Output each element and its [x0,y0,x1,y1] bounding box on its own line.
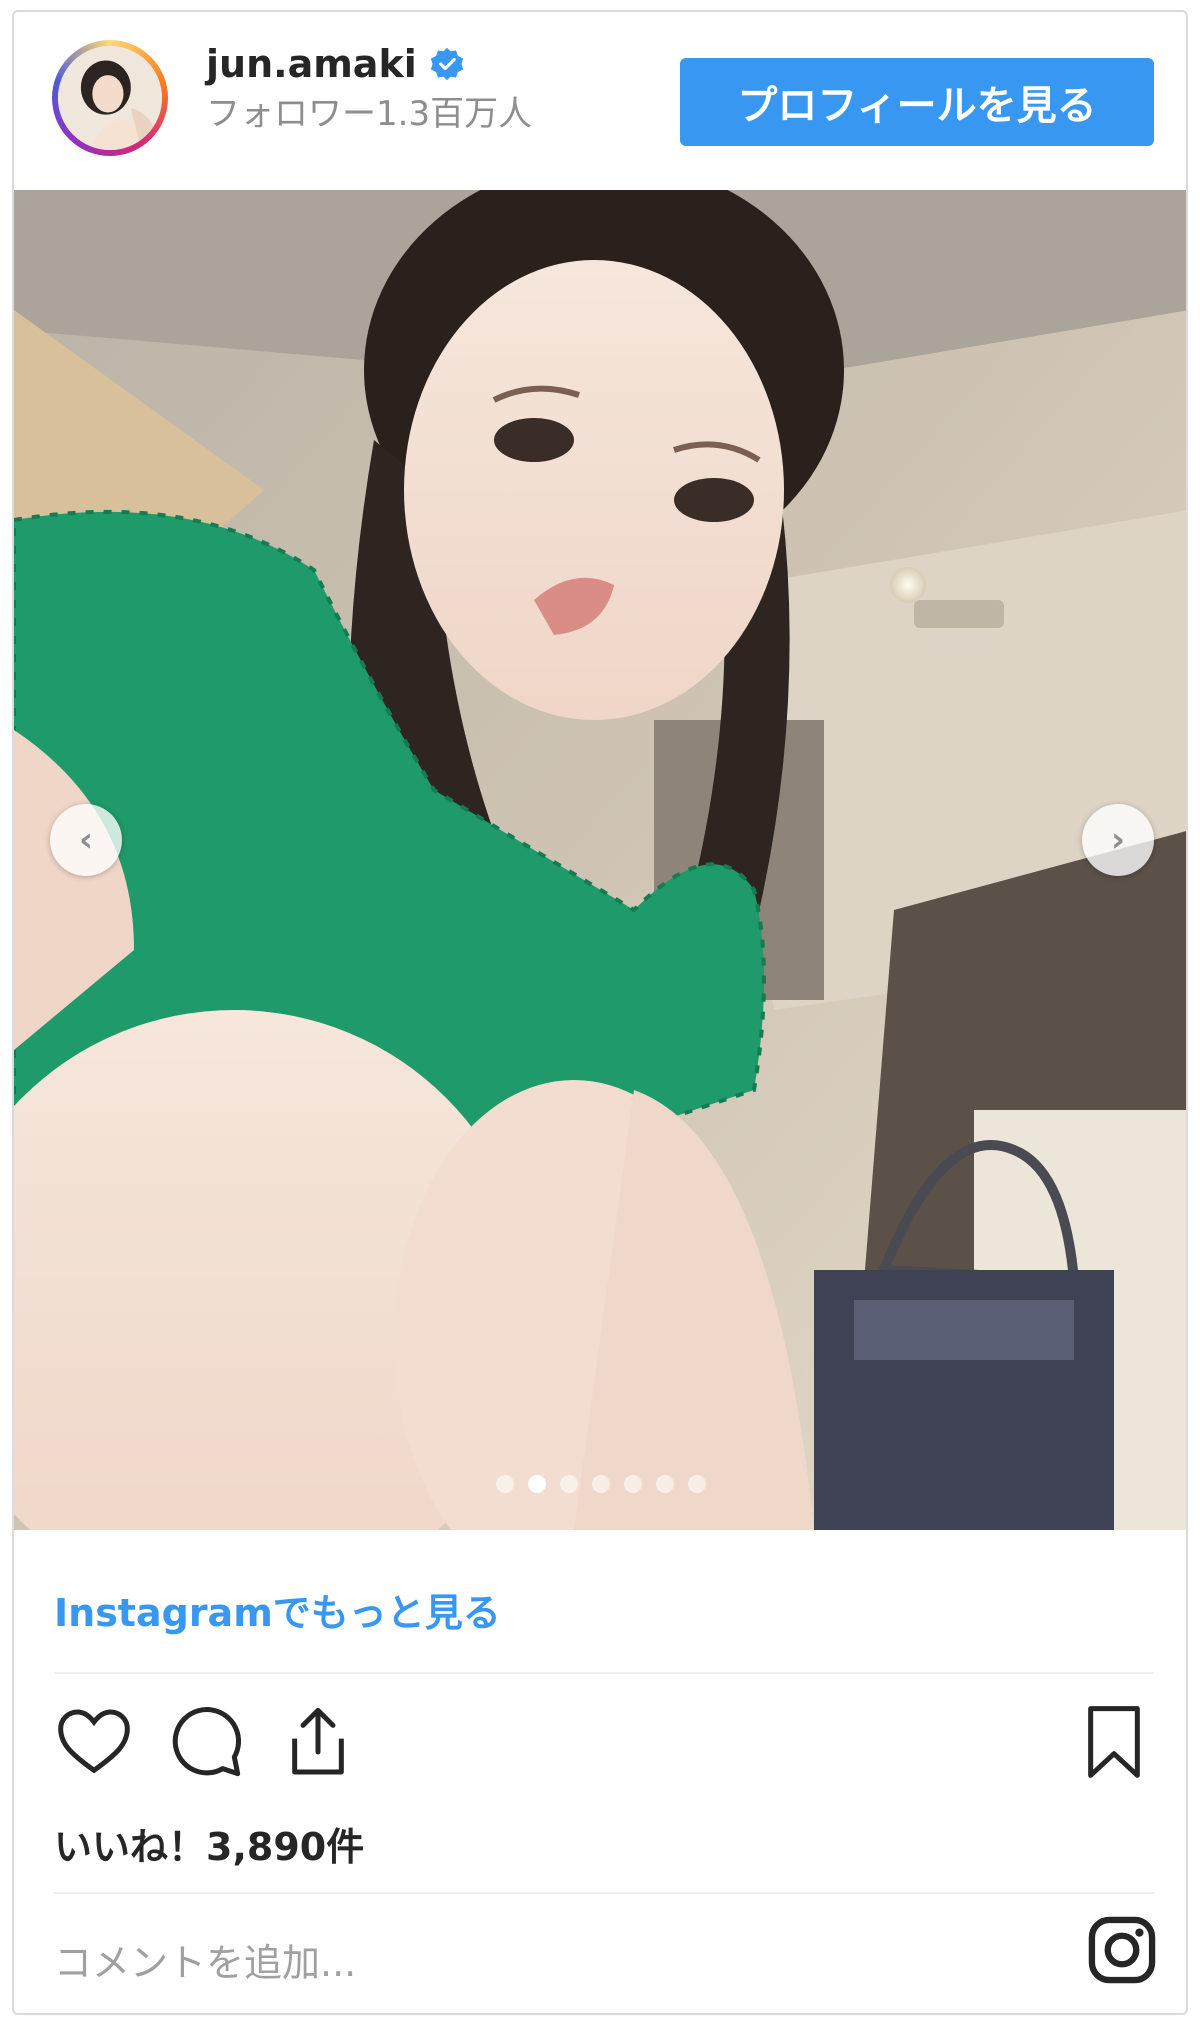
follower-count: フォロワー1.3百万人 [206,94,533,134]
bookmark-icon [1088,1706,1140,1778]
carousel-indicator [496,1475,706,1493]
avatar-image [58,46,162,150]
chevron-left-icon: ‹ [78,820,93,860]
verified-badge-icon [429,46,465,82]
carousel-dot[interactable] [624,1475,642,1493]
post-header: jun.amaki フォロワー1.3百万人 プロフィールを見る [14,12,1186,190]
carousel-dot[interactable] [656,1475,674,1493]
like-button[interactable] [54,1702,134,1782]
carousel-prev-button[interactable]: ‹ [50,804,122,876]
carousel-dot[interactable] [560,1475,578,1493]
avatar-photo [58,46,162,150]
comment-icon [172,1707,241,1777]
share-button[interactable] [278,1702,358,1782]
like-count: いいね！3,890件 [54,1825,365,1869]
avatar[interactable] [52,40,168,156]
view-profile-button[interactable]: プロフィールを見る [680,58,1154,146]
heart-icon [58,1709,130,1774]
carousel-dot[interactable] [496,1475,514,1493]
instagram-logo-icon[interactable] [1084,1912,1160,1988]
comment-button[interactable] [166,1702,246,1782]
add-comment-input[interactable]: コメントを追加... [54,1932,356,1987]
carousel-dot[interactable] [592,1475,610,1493]
username[interactable]: jun.amaki [206,42,465,86]
action-bar [54,1702,1154,1792]
carousel-dot[interactable] [688,1475,706,1493]
divider [54,1672,1154,1674]
carousel-dot-active[interactable] [528,1475,546,1493]
username-text[interactable]: jun.amaki [206,42,417,86]
chevron-right-icon: › [1110,820,1125,860]
carousel-next-button[interactable]: › [1082,804,1154,876]
share-icon [292,1707,344,1775]
save-button[interactable] [1074,1702,1154,1782]
view-more-on-instagram-link[interactable]: Instagramでもっと見る [54,1582,501,1637]
post-media-carousel[interactable]: ‹ › [14,190,1186,1530]
instagram-embed-card: jun.amaki フォロワー1.3百万人 プロフィールを見る ‹ › Inst… [12,10,1188,2015]
post-photo [14,190,1186,1530]
divider [54,1892,1154,1894]
